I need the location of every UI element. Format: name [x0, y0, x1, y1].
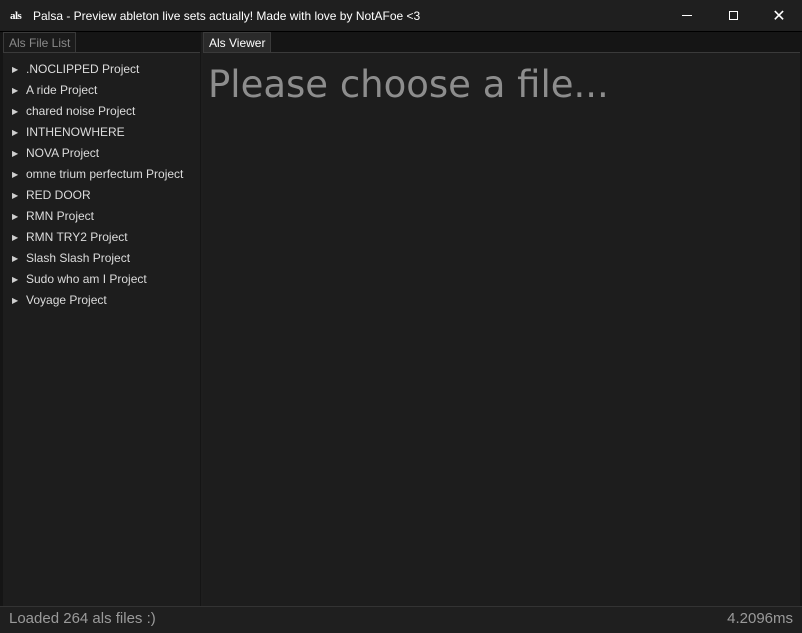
viewer-tabbar: Als Viewer [203, 32, 802, 52]
file-list-item[interactable]: ▶ NOVA Project [3, 143, 200, 164]
file-list-item[interactable]: ▶ .NOCLIPPED Project [3, 59, 200, 80]
file-list-item-label: omne trium perfectum Project [26, 167, 184, 181]
file-list-item-label: A ride Project [26, 83, 98, 97]
app-icon: als [10, 9, 22, 22]
viewer-panel: Als Viewer Please choose a file... [203, 32, 802, 606]
file-list-item-label: NOVA Project [26, 146, 100, 160]
file-list-item[interactable]: ▶ omne trium perfectum Project [3, 164, 200, 185]
file-list-item-label: Voyage Project [26, 293, 107, 307]
file-list-panel: Als File List ▶ .NOCLIPPED Project ▶ A ride… [0, 32, 201, 606]
close-button[interactable]: ✕ [756, 0, 802, 31]
maximize-icon [728, 11, 738, 20]
expand-arrow-icon[interactable]: ▶ [12, 269, 26, 290]
file-list-item-label: RMN Project [26, 209, 95, 223]
title-bar: als Palsa - Preview ableton live sets ac… [0, 0, 802, 32]
file-list-item[interactable]: ▶ RED DOOR [3, 185, 200, 206]
file-list-item[interactable]: ▶ RMN Project [3, 206, 200, 227]
expand-arrow-icon[interactable]: ▶ [12, 101, 26, 122]
expand-arrow-icon[interactable]: ▶ [12, 164, 26, 185]
file-list-item[interactable]: ▶ A ride Project [3, 80, 200, 101]
tab-als-viewer[interactable]: Als Viewer [203, 32, 272, 52]
expand-arrow-icon[interactable]: ▶ [12, 80, 26, 101]
expand-arrow-icon[interactable]: ▶ [12, 59, 26, 80]
file-list-item-label: Sudo who am I Project [26, 272, 147, 286]
file-list-item-label: INTHENOWHERE [26, 125, 125, 139]
maximize-button[interactable] [710, 0, 756, 31]
minimize-icon [682, 15, 692, 16]
expand-arrow-icon[interactable]: ▶ [12, 206, 26, 227]
expand-arrow-icon[interactable]: ▶ [12, 122, 26, 143]
placeholder-text: Please choose a file... [208, 63, 609, 106]
file-list-item-label: RMN TRY2 Project [26, 230, 128, 244]
expand-arrow-icon[interactable]: ▶ [12, 185, 26, 206]
file-list-item[interactable]: ▶ Sudo who am I Project [3, 269, 200, 290]
file-list-item[interactable]: ▶ chared noise Project [3, 101, 200, 122]
window-controls: ✕ [664, 0, 802, 31]
file-list-item-label: RED DOOR [26, 188, 91, 202]
file-list-item[interactable]: ▶ INTHENOWHERE [3, 122, 200, 143]
expand-arrow-icon[interactable]: ▶ [12, 143, 26, 164]
file-list-tabbar: Als File List [0, 32, 201, 52]
file-list-item[interactable]: ▶ Voyage Project [3, 290, 200, 311]
tab-als-file-list[interactable]: Als File List [3, 32, 77, 52]
file-list-item-label: Slash Slash Project [26, 251, 131, 265]
file-list-item-label: chared noise Project [26, 104, 136, 118]
expand-arrow-icon[interactable]: ▶ [12, 290, 26, 311]
status-timing: 4.2096ms [727, 610, 793, 627]
close-icon: ✕ [772, 5, 786, 25]
minimize-button[interactable] [664, 0, 710, 31]
file-list-item[interactable]: ▶ RMN TRY2 Project [3, 227, 200, 248]
expand-arrow-icon[interactable]: ▶ [12, 248, 26, 269]
window-title: Palsa - Preview ableton live sets actual… [33, 8, 421, 23]
status-bar: Loaded 264 als files :) 4.2096ms [0, 606, 802, 633]
viewer-body: Please choose a file... [203, 52, 800, 606]
file-list-item-label: .NOCLIPPED Project [26, 62, 140, 76]
file-list: ▶ .NOCLIPPED Project ▶ A ride Project ▶ chare… [3, 53, 200, 311]
expand-arrow-icon[interactable]: ▶ [12, 227, 26, 248]
status-message: Loaded 264 als files :) [9, 610, 156, 627]
file-list-item[interactable]: ▶ Slash Slash Project [3, 248, 200, 269]
file-tree: ▶ .NOCLIPPED Project ▶ A ride Project ▶ chare… [3, 52, 200, 606]
